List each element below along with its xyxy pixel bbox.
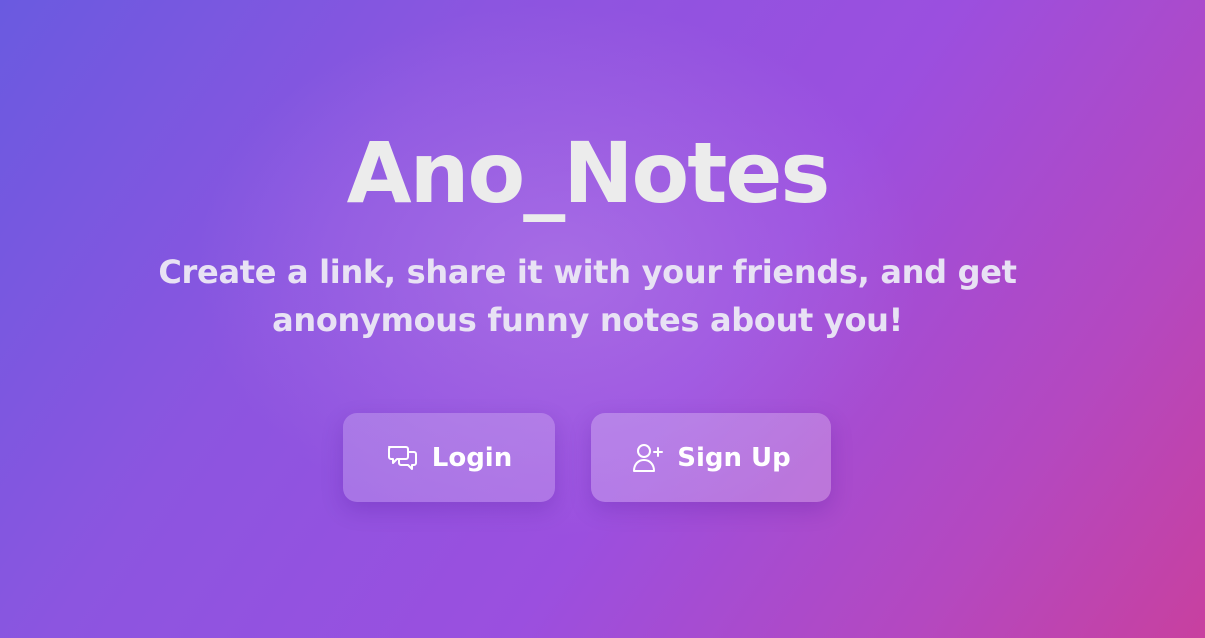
login-button-label: Login [431, 442, 513, 473]
login-button[interactable]: Login [343, 413, 555, 502]
app-title: Ano_Notes [346, 124, 831, 222]
user-plus-icon [631, 441, 665, 475]
signup-button-label: Sign Up [677, 442, 791, 473]
chat-bubbles-icon [386, 441, 420, 475]
app-tagline: Create a link, share it with your friend… [158, 253, 1017, 339]
hero-section: Ano_Notes Create a link, share it with y… [0, 0, 1205, 638]
signup-button[interactable]: Sign Up [591, 413, 831, 502]
